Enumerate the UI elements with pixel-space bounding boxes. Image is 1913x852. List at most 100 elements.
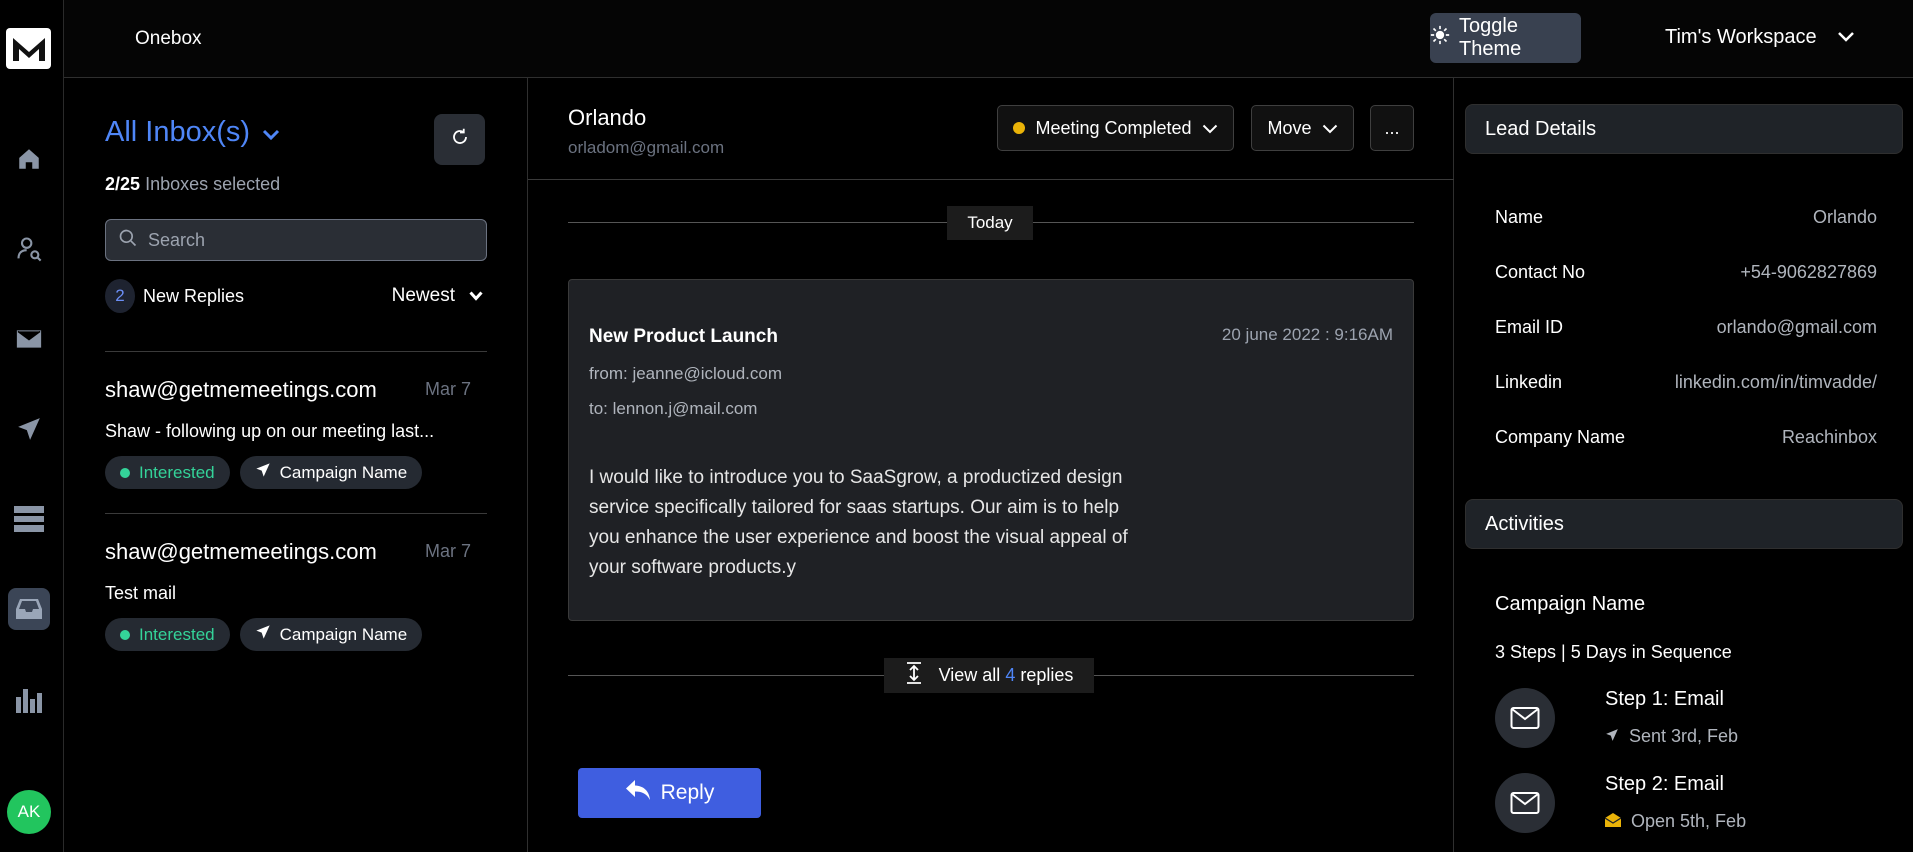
avatar[interactable]: AK xyxy=(7,790,51,834)
email-body: I would like to introduce you to SaaSgro… xyxy=(589,467,1128,578)
conversation-panel: Orlando orladom@gmail.com Meeting Comple… xyxy=(528,78,1454,852)
list-item[interactable]: shaw@getmemeetings.com Mar 7 Shaw - foll… xyxy=(105,377,487,489)
toggle-theme-button[interactable]: Toggle Theme xyxy=(1430,13,1581,63)
workspace-selector[interactable]: Tim's Workspace xyxy=(1665,26,1855,49)
status-badge[interactable]: Interested xyxy=(105,618,230,651)
new-replies-label: New Replies xyxy=(143,285,245,306)
sort-label: Newest xyxy=(391,285,455,306)
home-icon[interactable] xyxy=(12,142,46,176)
detail-value: Orlando xyxy=(1812,207,1877,227)
campaign-badge[interactable]: Campaign Name xyxy=(239,456,423,489)
detail-row: Email ID orlando@gmail.com xyxy=(1495,317,1877,338)
top-bar: Onebox Toggle Theme Tim's Workspace xyxy=(64,0,1913,78)
send-icon xyxy=(255,462,271,483)
step-status-label: Open 5th, Feb xyxy=(1631,811,1747,831)
status-label: Meeting Completed xyxy=(1035,117,1192,138)
detail-row: Name Orlando xyxy=(1495,207,1877,228)
email-to: to: lennon.j@mail.com xyxy=(589,399,758,418)
selected-count: 2/25 xyxy=(105,174,141,194)
mail-date: Mar 7 xyxy=(424,541,471,561)
conversation-header: Orlando orladom@gmail.com Meeting Comple… xyxy=(528,78,1454,180)
inbox-title: All Inbox(s) xyxy=(105,116,251,148)
step-status-label: Sent 3rd, Feb xyxy=(1629,726,1739,746)
view-all-prefix: View all xyxy=(938,665,1001,685)
step-status: Open 5th, Feb xyxy=(1604,811,1747,832)
reply-label: Reply xyxy=(660,781,715,804)
search-input[interactable] xyxy=(148,229,448,251)
day-separator-label: Today xyxy=(947,206,1033,240)
send-icon[interactable] xyxy=(12,412,46,446)
toggle-theme-label: Toggle Theme xyxy=(1459,15,1522,60)
campaign-label: Campaign Name xyxy=(279,462,408,482)
chevron-down-icon xyxy=(1202,118,1218,139)
user-search-icon[interactable] xyxy=(12,232,46,266)
mail-date: Mar 7 xyxy=(424,379,471,399)
reply-button[interactable]: Reply xyxy=(578,768,761,818)
list-item[interactable]: shaw@getmemeetings.com Mar 7 Test mail I… xyxy=(105,539,487,651)
contact-email: orladom@gmail.com xyxy=(568,138,725,157)
refresh-icon xyxy=(451,128,469,151)
page-title: Onebox xyxy=(135,28,202,49)
move-dropdown[interactable]: Move xyxy=(1251,105,1354,151)
workspace-label: Tim's Workspace xyxy=(1665,26,1817,48)
open-mail-icon xyxy=(1604,811,1622,832)
inbox-selector[interactable]: All Inbox(s) xyxy=(105,116,280,149)
email-from: from: jeanne@icloud.com xyxy=(589,364,783,383)
chevron-down-icon xyxy=(262,116,280,149)
status-badge[interactable]: Interested xyxy=(105,456,230,489)
mail-icon xyxy=(1495,773,1555,833)
status-label: Interested xyxy=(139,624,215,644)
detail-row: Linkedin linkedin.com/in/timvadde/ xyxy=(1495,372,1877,393)
mail-subject: Shaw - following up on our meeting last.… xyxy=(105,421,435,441)
inbox-icon[interactable] xyxy=(8,588,50,630)
step-status: Sent 3rd, Feb xyxy=(1605,726,1738,747)
detail-value[interactable]: linkedin.com/in/timvadde/ xyxy=(1675,372,1877,393)
campaign-label: Campaign Name xyxy=(279,624,408,644)
lead-details-panel: Lead Details Name Orlando Contact No +54… xyxy=(1454,78,1913,852)
campaign-badge[interactable]: Campaign Name xyxy=(239,618,423,651)
inbox-list-panel: All Inbox(s) 2/25 Inboxes selected 2 New… xyxy=(64,78,528,852)
replies-filter-row: 2 New Replies Newest xyxy=(105,278,487,314)
detail-label: Linkedin xyxy=(1495,372,1563,392)
more-button[interactable]: ... xyxy=(1370,105,1414,151)
new-replies-count: 2 xyxy=(105,279,135,313)
status-label: Interested xyxy=(139,462,215,482)
activities-header[interactable]: Activities xyxy=(1465,499,1903,549)
lead-details-header[interactable]: Lead Details xyxy=(1465,104,1903,154)
email-message: New Product Launch 20 june 2022 : 9:16AM… xyxy=(568,279,1414,621)
contact-name: Orlando xyxy=(568,105,647,130)
mail-icon[interactable] xyxy=(12,322,46,356)
detail-row: Company Name Reachinbox xyxy=(1495,427,1877,448)
reply-count: 4 xyxy=(1005,665,1016,685)
view-all-suffix: replies xyxy=(1020,665,1074,685)
mail-icon xyxy=(1495,688,1555,748)
logo-icon[interactable] xyxy=(6,28,51,69)
divider xyxy=(105,513,487,514)
chevron-down-icon xyxy=(1837,26,1855,49)
bar-chart-icon[interactable] xyxy=(12,682,46,716)
send-icon xyxy=(1605,726,1619,747)
email-date: 20 june 2022 : 9:16AM xyxy=(1221,325,1393,344)
search-icon xyxy=(118,228,138,253)
sort-dropdown[interactable]: Newest xyxy=(392,285,483,307)
status-dot-icon xyxy=(1013,122,1026,134)
step-title: Step 1: Email xyxy=(1605,688,1724,710)
status-dot-icon xyxy=(120,629,130,640)
chevron-down-icon xyxy=(469,285,483,307)
status-dropdown[interactable]: Meeting Completed xyxy=(997,105,1234,151)
detail-row: Contact No +54-9062827869 xyxy=(1495,262,1877,283)
search-field[interactable] xyxy=(105,219,487,261)
detail-value: Reachinbox xyxy=(1781,427,1877,447)
list-icon[interactable] xyxy=(12,502,46,536)
detail-label: Name xyxy=(1495,207,1544,227)
chevron-down-icon xyxy=(1322,118,1338,139)
step-title: Step 2: Email xyxy=(1605,773,1724,795)
sun-icon xyxy=(1430,25,1450,51)
status-dot-icon xyxy=(120,467,130,478)
refresh-button[interactable] xyxy=(434,114,485,165)
view-all-replies-button[interactable]: View all 4 replies xyxy=(884,658,1094,693)
detail-value: orlando@gmail.com xyxy=(1716,317,1877,337)
left-nav-rail: AK xyxy=(0,0,64,852)
send-icon xyxy=(255,624,271,645)
mail-subject: Test mail xyxy=(105,583,177,603)
